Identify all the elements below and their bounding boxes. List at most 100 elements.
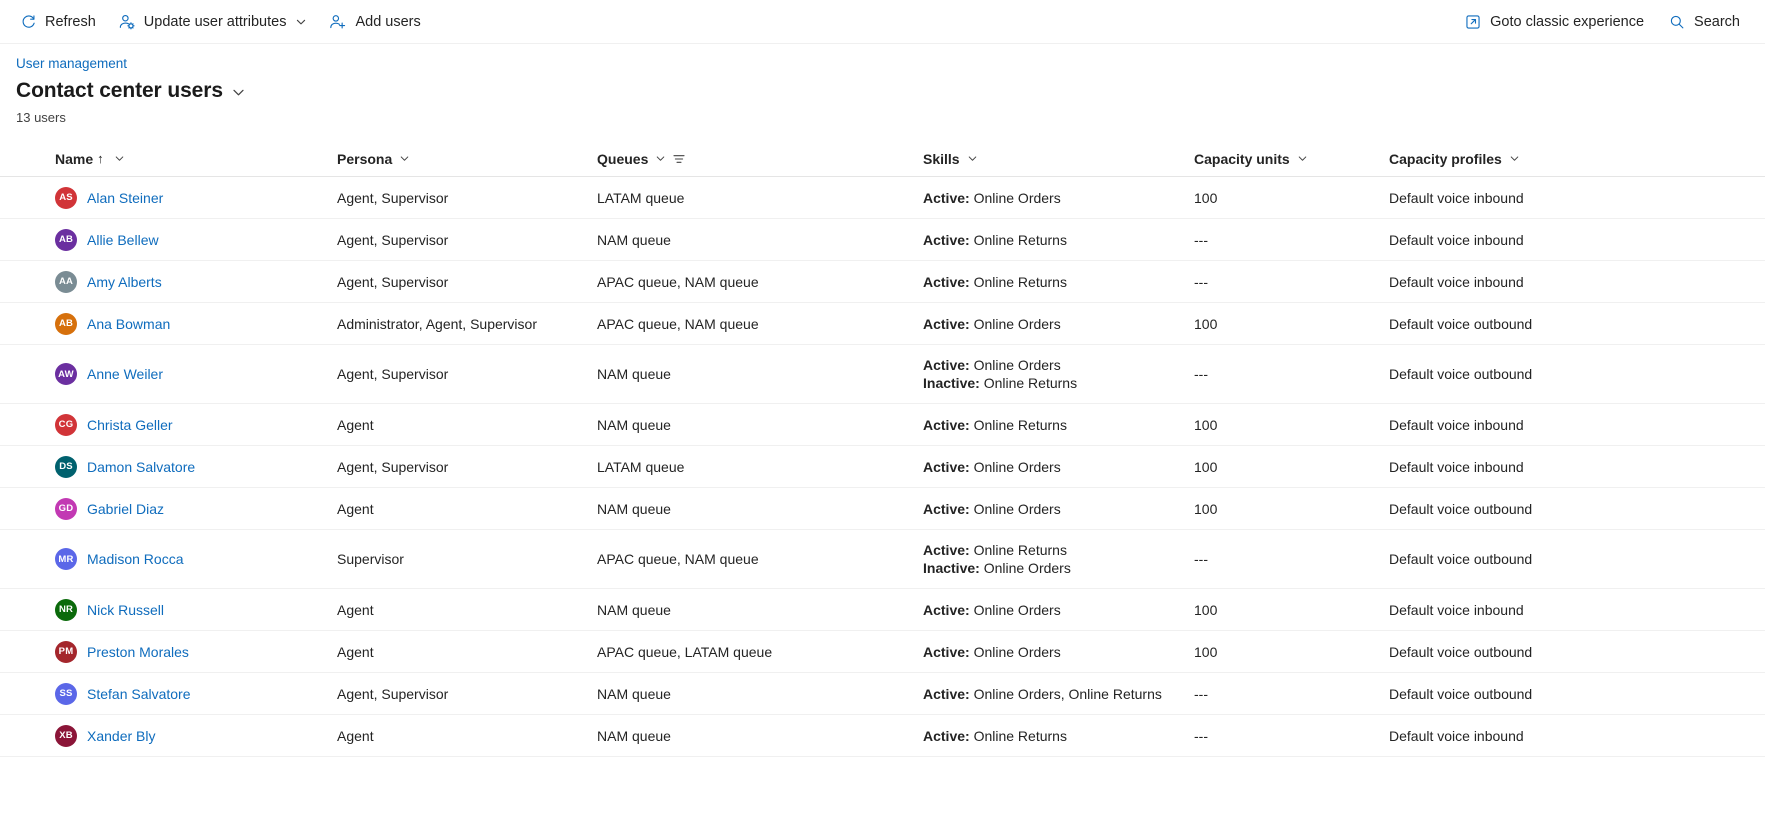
cell-name: CG Christa Geller xyxy=(0,413,337,436)
table-row[interactable]: MR Madison Rocca Supervisor APAC queue, NAM… xyxy=(0,530,1765,589)
table-row[interactable]: NR Nick Russell Agent NAM queue Active: Onli… xyxy=(0,589,1765,631)
chevron-down-icon[interactable] xyxy=(114,153,125,164)
cell-capacity-profiles: Default voice inbound xyxy=(1389,727,1524,744)
cell-skills: Active: Online Returns xyxy=(923,273,1194,291)
column-header-capacity-units[interactable]: Capacity units xyxy=(1194,141,1389,176)
avatar: PM xyxy=(55,640,77,663)
user-name-link[interactable]: Damon Salvatore xyxy=(87,457,195,477)
refresh-label: Refresh xyxy=(45,13,96,30)
table-row[interactable]: GD Gabriel Diaz Agent NAM queue Active: Onli… xyxy=(0,488,1765,530)
cell-capacity-units: --- xyxy=(1194,551,1208,567)
column-header-persona-label: Persona xyxy=(337,150,393,167)
search-label: Search xyxy=(1694,13,1740,30)
skill-line: Active: Online Returns xyxy=(923,541,1194,559)
avatar: AB xyxy=(55,312,77,335)
user-name-link[interactable]: Allie Bellew xyxy=(87,230,159,250)
cell-persona: Agent, Supervisor xyxy=(337,366,449,382)
cell-persona: Agent, Supervisor xyxy=(337,189,449,206)
user-name-link[interactable]: Nick Russell xyxy=(87,600,164,620)
user-name-link[interactable]: Anne Weiler xyxy=(87,364,163,384)
avatar-initials: DS xyxy=(59,461,73,472)
skill-value: Online Returns xyxy=(973,231,1067,248)
cell-persona: Agent, Supervisor xyxy=(337,273,449,290)
column-header-capacity-profiles[interactable]: Capacity profiles xyxy=(1389,141,1759,176)
goto-classic-experience-label: Goto classic experience xyxy=(1490,13,1645,30)
skill-state: Active: xyxy=(923,231,970,248)
user-name-link[interactable]: Amy Alberts xyxy=(87,272,162,292)
table-row[interactable]: AW Anne Weiler Agent, Supervisor NAM queue A… xyxy=(0,345,1765,404)
avatar: MR xyxy=(55,548,77,570)
table-row[interactable]: AB Ana Bowman Administrator, Agent, Superv… xyxy=(0,303,1765,345)
user-name-link[interactable]: Christa Geller xyxy=(87,415,173,435)
avatar: XB xyxy=(55,724,77,747)
avatar-initials: GD xyxy=(58,503,74,514)
chevron-down-icon[interactable] xyxy=(231,82,246,100)
cell-name: AW Anne Weiler xyxy=(0,363,337,385)
user-name-link[interactable]: Gabriel Diaz xyxy=(87,499,164,519)
user-name-link[interactable]: Stefan Salvatore xyxy=(87,684,191,704)
user-name-link[interactable]: Preston Morales xyxy=(87,642,189,662)
skill-line: Active: Online Orders xyxy=(923,315,1194,333)
chevron-down-icon[interactable] xyxy=(399,153,410,164)
table-row[interactable]: AS Alan Steiner Agent, Supervisor LATAM que… xyxy=(0,177,1765,219)
cell-capacity-profiles: Default voice inbound xyxy=(1389,601,1524,618)
avatar-initials: MR xyxy=(58,553,74,565)
chevron-down-icon[interactable] xyxy=(1509,153,1520,164)
table-row[interactable]: DS Damon Salvatore Agent, Supervisor LATAM … xyxy=(0,446,1765,488)
page-header: User management Contact center users 13 … xyxy=(0,44,1765,127)
cell-name: XB Xander Bly xyxy=(0,724,337,747)
cell-capacity-units: 100 xyxy=(1194,601,1218,618)
cell-queues: APAC queue, NAM queue xyxy=(597,273,759,290)
chevron-down-icon[interactable] xyxy=(295,16,307,28)
skill-state: Active: xyxy=(923,458,970,475)
column-header-name[interactable]: Name ↑ xyxy=(0,141,337,176)
search-button[interactable]: Search xyxy=(1659,6,1749,38)
chevron-down-icon[interactable] xyxy=(655,153,666,164)
user-name-link[interactable]: Alan Steiner xyxy=(87,188,163,208)
cell-persona: Agent xyxy=(337,727,374,744)
skill-state: Active: xyxy=(923,315,970,332)
skill-value: Online Orders xyxy=(983,560,1071,576)
chevron-down-icon[interactable] xyxy=(1297,153,1308,164)
search-icon xyxy=(1668,13,1686,31)
chevron-down-icon[interactable] xyxy=(967,153,978,164)
cell-queues: APAC queue, LATAM queue xyxy=(597,643,773,660)
skill-value: Online Orders xyxy=(973,643,1061,660)
person-add-icon xyxy=(329,13,347,31)
column-header-queues[interactable]: Queues xyxy=(597,141,923,176)
avatar: AA xyxy=(55,270,77,293)
page-title: Contact center users xyxy=(16,79,223,102)
goto-classic-experience-button[interactable]: Goto classic experience xyxy=(1455,6,1653,38)
skill-value: Online Returns xyxy=(973,273,1067,290)
table-row[interactable]: AB Allie Bellew Agent, Supervisor NAM queue… xyxy=(0,219,1765,261)
avatar-initials: AB xyxy=(58,234,74,245)
breadcrumb-user-management[interactable]: User management xyxy=(16,55,127,73)
skill-line: Inactive: Online Returns xyxy=(923,374,1194,392)
user-name-link[interactable]: Madison Rocca xyxy=(87,549,184,569)
add-users-button[interactable]: Add users xyxy=(320,6,429,38)
column-header-persona[interactable]: Persona xyxy=(337,141,597,176)
user-name-link[interactable]: Xander Bly xyxy=(87,726,155,746)
column-header-skills-label: Skills xyxy=(923,150,960,167)
skill-value: Online Orders xyxy=(973,500,1061,517)
skill-state: Active: xyxy=(923,542,970,558)
table-row[interactable]: AA Amy Alberts Agent, Supervisor APAC queue… xyxy=(0,261,1765,303)
skill-state: Inactive: xyxy=(923,375,980,391)
avatar: SS xyxy=(55,682,77,705)
avatar: AS xyxy=(55,186,77,209)
table-row[interactable]: SS Stefan Salvatore Agent, Supervisor NAM q… xyxy=(0,673,1765,715)
refresh-button[interactable]: Refresh xyxy=(10,6,105,38)
update-user-attributes-button[interactable]: Update user attributes xyxy=(109,6,317,38)
cell-queues: LATAM queue xyxy=(597,189,685,206)
cell-queues: NAM queue xyxy=(597,601,671,618)
avatar-initials: SS xyxy=(59,688,73,699)
filter-icon[interactable] xyxy=(672,152,686,166)
skill-state: Active: xyxy=(923,601,970,618)
column-header-capacity-units-label: Capacity units xyxy=(1194,150,1290,167)
user-name-link[interactable]: Ana Bowman xyxy=(87,314,170,334)
table-row[interactable]: PM Preston Morales Agent APAC queue, LATAM … xyxy=(0,631,1765,673)
table-row[interactable]: CG Christa Geller Agent NAM queue Active: On… xyxy=(0,404,1765,446)
table-row[interactable]: XB Xander Bly Agent NAM queue Active: Online… xyxy=(0,715,1765,757)
column-header-skills[interactable]: Skills xyxy=(923,141,1194,176)
skill-value: Online Returns xyxy=(973,727,1067,744)
